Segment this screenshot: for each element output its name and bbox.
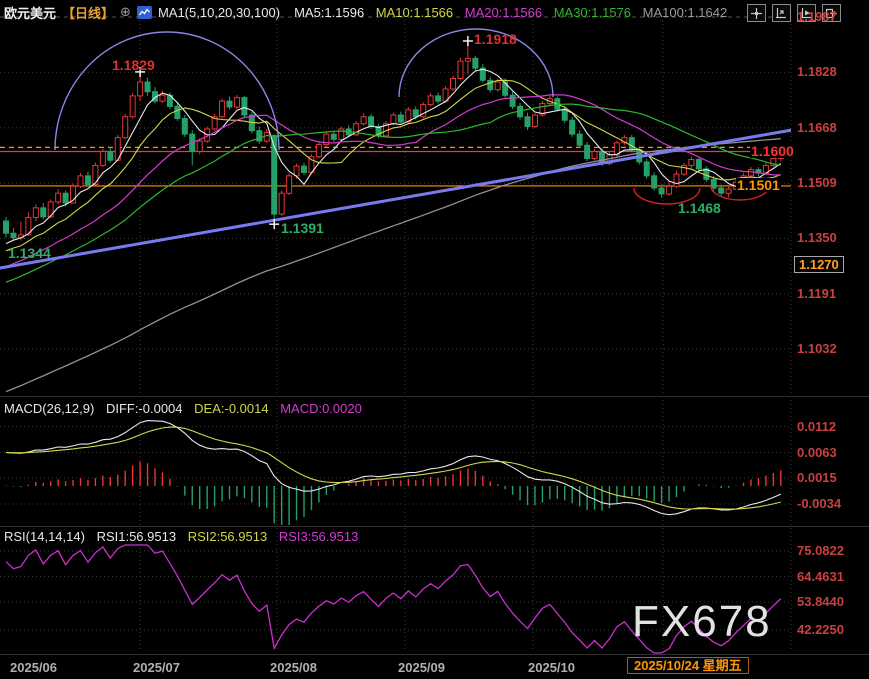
macd-value-2: MACD:0.0020	[277, 401, 362, 416]
macd-value-1: DEA:-0.0014	[191, 401, 269, 416]
macd-axis-label-3: -0.0034	[797, 497, 841, 510]
price-axis-label-5: 1.1191	[797, 287, 836, 300]
macd-axis-label-2: 0.0015	[797, 471, 837, 484]
ma-value-2: MA20:1.1566	[461, 5, 542, 20]
x-axis-label-0: 2025/06	[10, 661, 57, 674]
pan-icon[interactable]	[747, 4, 766, 22]
ma-group-label: MA1(5,10,20,30,100)	[158, 5, 280, 20]
price-axis-label-4: 1.1350	[797, 231, 837, 244]
macd-title: MACD(26,12,9)	[4, 401, 94, 416]
annotation-0: 1.1829	[112, 58, 155, 72]
price-axis-label-0: 1.1987	[797, 10, 837, 23]
price-axis-label-3: 1.1509	[797, 176, 837, 189]
macd-axis-label-1: 0.0063	[797, 446, 837, 459]
x-axis-highlight-date: 2025/10/24 星期五	[627, 657, 749, 674]
macd-header: MACD(26,12,9) DIFF:-0.0004 DEA:-0.0014 M…	[4, 402, 362, 415]
annotation-1: 1.1918	[474, 32, 517, 46]
chart-window: 欧元美元 【日线】 ⊕ MA1(5,10,20,30,100) MA5:1.15…	[0, 0, 869, 679]
ma-value-0: MA5:1.1596	[294, 5, 364, 20]
rsi-axis-label-1: 64.4631	[797, 570, 844, 583]
watermark: FX678	[632, 597, 772, 647]
x-axis-label-2: 2025/08	[270, 661, 317, 674]
macd-axis-label-0: 0.0112	[797, 420, 836, 433]
rsi-axis-label-0: 75.0822	[797, 544, 844, 557]
ma-value-4: MA100:1.1642	[639, 5, 727, 20]
price-line-label-1: 1.1600	[750, 144, 795, 158]
ma-values: MA5:1.1596 MA10:1.1566 MA20:1.1566 MA30:…	[286, 5, 727, 20]
annotation-3: 1.1391	[281, 221, 324, 235]
rsi-header: RSI(14,14,14) RSI1:56.9513 RSI2:56.9513 …	[4, 530, 358, 543]
price-axis-label-6: 1.1032	[797, 342, 837, 355]
period-label[interactable]: 【日线】	[62, 3, 114, 22]
price-axis-label-2: 1.1668	[797, 121, 837, 134]
price-marker-label: 1.1270	[794, 256, 844, 273]
rsi-value-0: RSI1:56.9513	[97, 529, 177, 544]
annotation-2: 1.1344	[8, 246, 51, 260]
price-line-label-2: 1.1501	[736, 178, 781, 192]
ma-value-1: MA10:1.1566	[372, 5, 453, 20]
annotation-4: 1.1468	[678, 201, 721, 215]
x-axis-label-4: 2025/10	[528, 661, 575, 674]
symbol-title: 欧元美元	[4, 3, 56, 22]
x-axis-label-1: 2025/07	[133, 661, 180, 674]
indicator-header: 欧元美元 【日线】 ⊕ MA1(5,10,20,30,100) MA5:1.15…	[0, 0, 869, 24]
chart-canvas[interactable]	[0, 0, 869, 679]
x-axis-label-3: 2025/09	[398, 661, 445, 674]
rsi-axis-label-3: 42.2250	[797, 623, 844, 636]
rsi-title: RSI(14,14,14)	[4, 529, 85, 544]
circle-plus-icon[interactable]: ⊕	[120, 4, 131, 20]
axis-zoom-icon[interactable]	[772, 4, 791, 22]
ma-value-3: MA30:1.1576	[550, 5, 631, 20]
macd-value-0: DIFF:-0.0004	[106, 401, 183, 416]
line-chart-icon[interactable]	[137, 6, 152, 19]
rsi-axis-label-2: 53.8440	[797, 595, 844, 608]
price-axis-label-1: 1.1828	[797, 65, 837, 78]
rsi-value-2: RSI3:56.9513	[275, 529, 358, 544]
rsi-value-1: RSI2:56.9513	[184, 529, 267, 544]
